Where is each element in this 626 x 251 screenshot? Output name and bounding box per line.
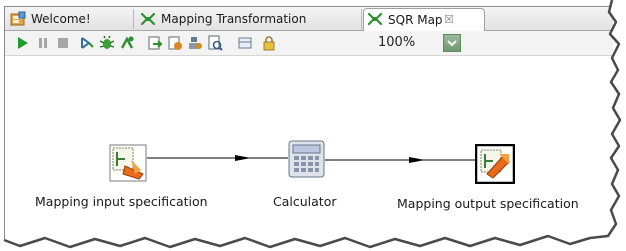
breakpoint-icon[interactable] <box>119 35 135 51</box>
close-icon[interactable]: ☒ <box>444 10 454 30</box>
node-mapping-input[interactable] <box>109 144 147 182</box>
pause-icon[interactable] <box>35 35 51 51</box>
report-icon[interactable] <box>207 35 223 51</box>
stop-icon[interactable] <box>55 35 71 51</box>
input-spec-icon <box>109 144 147 186</box>
editor-window: Welcome! Mapping Transformation SQR Map … <box>4 6 613 239</box>
node-calculator[interactable] <box>288 140 325 178</box>
output-spec-icon <box>474 143 516 188</box>
tab-label: Mapping Transformation <box>161 12 307 26</box>
tab-label: Welcome! <box>31 12 91 26</box>
node-label-input: Mapping input specification <box>35 194 208 209</box>
zoom-level[interactable]: 100% <box>378 35 415 51</box>
layout-icon[interactable] <box>237 35 253 51</box>
node-label-output: Mapping output specification <box>397 196 579 211</box>
step-icon[interactable] <box>79 35 95 51</box>
tab-sqr-map[interactable]: SQR Map ☒ <box>363 8 485 31</box>
diagram-canvas[interactable]: Mapping input specification Calculator M… <box>5 56 613 239</box>
arrowhead <box>235 155 251 161</box>
export-icon[interactable] <box>147 35 163 51</box>
arrowhead <box>409 157 425 163</box>
calculator-icon <box>288 140 325 182</box>
import-icon[interactable] <box>167 35 183 51</box>
debug-icon[interactable] <box>99 35 115 51</box>
node-mapping-output[interactable] <box>474 143 516 185</box>
mapping-icon <box>367 11 383 27</box>
tab-welcome[interactable]: Welcome! <box>7 9 134 29</box>
mapping-icon <box>140 11 156 27</box>
deploy-icon[interactable] <box>187 35 203 51</box>
tab-label: SQR Map <box>388 13 443 27</box>
tab-mapping-transformation[interactable]: Mapping Transformation <box>137 9 362 29</box>
zoom-dropdown-button[interactable] <box>443 34 461 52</box>
node-label-calculator: Calculator <box>273 194 337 209</box>
lock-icon[interactable] <box>261 35 277 51</box>
editor-tab-bar: Welcome! Mapping Transformation SQR Map … <box>5 7 613 31</box>
welcome-icon <box>10 11 26 27</box>
run-icon[interactable] <box>15 35 31 51</box>
diagram-toolbar: 100% <box>5 31 613 56</box>
